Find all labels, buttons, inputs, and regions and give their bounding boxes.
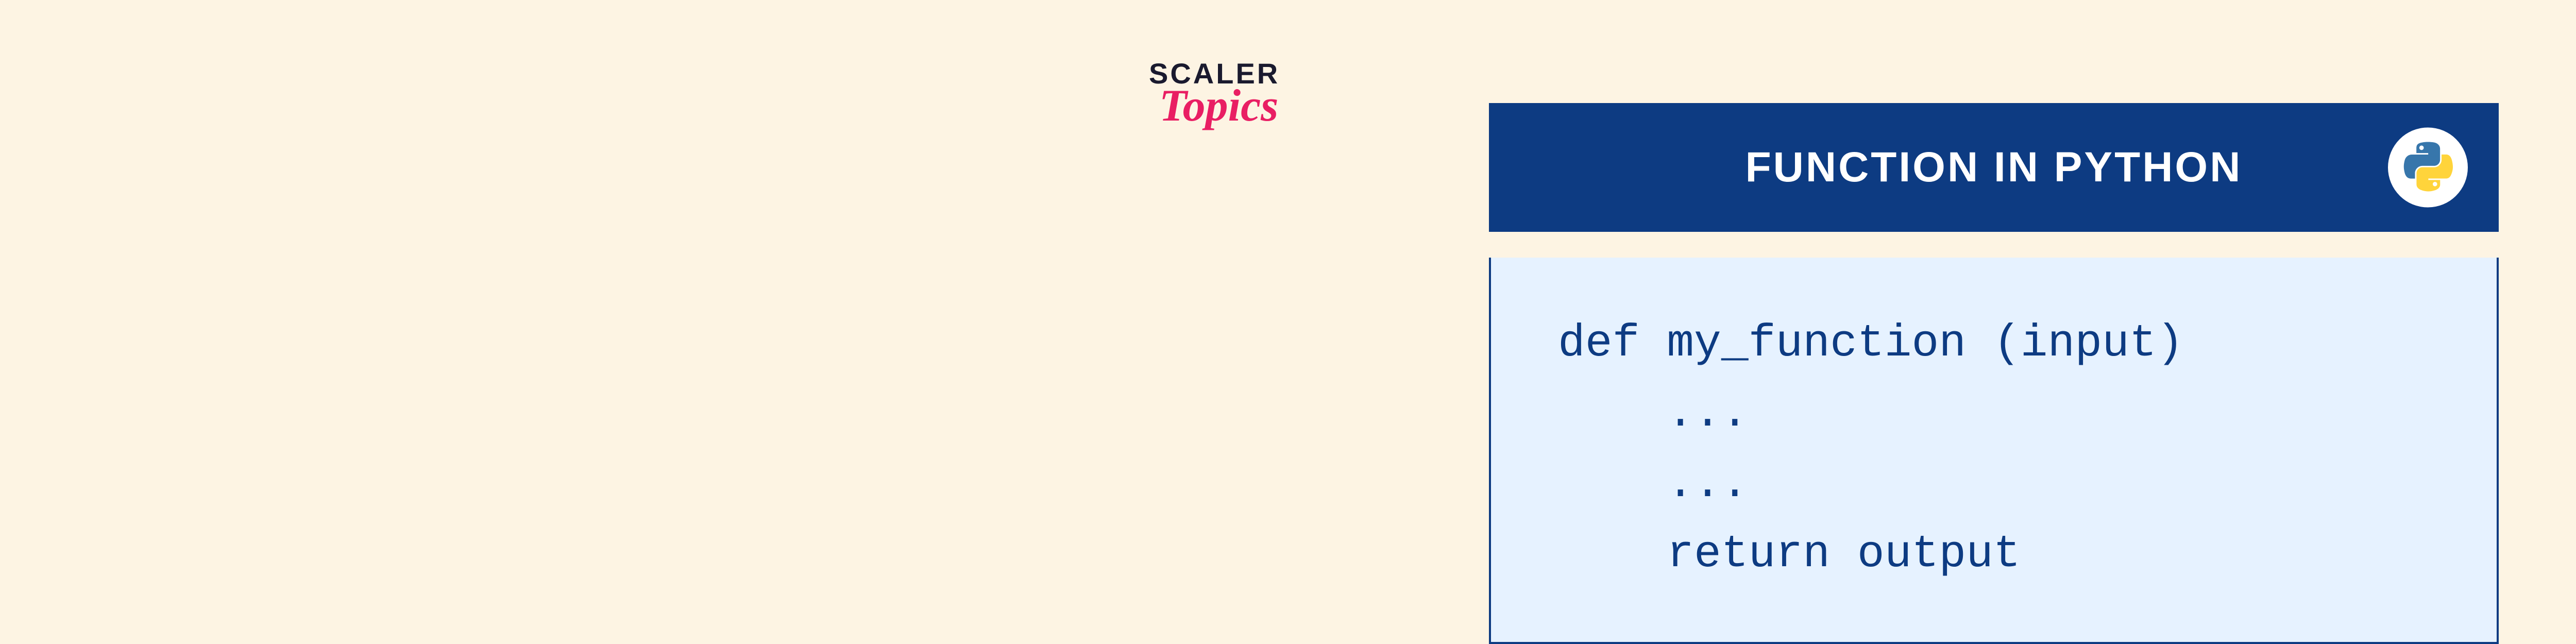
python-icon [2402, 142, 2454, 193]
card-header: FUNCTION IN PYTHON [1489, 103, 2499, 232]
code-line-2: ... [1558, 388, 1749, 439]
logo-line-topics: Topics [1159, 80, 1278, 132]
function-card: FUNCTION IN PYTHON def my_function (inpu… [1489, 103, 2499, 644]
scaler-topics-logo: SCALER Topics [1149, 57, 1280, 132]
card-title: FUNCTION IN PYTHON [1745, 143, 2243, 192]
python-logo-icon [2388, 128, 2468, 208]
code-line-1: def my_function (input) [1558, 318, 2184, 369]
code-block: def my_function (input) ... ... return o… [1558, 309, 2430, 590]
code-line-4: return output [1558, 529, 2021, 580]
card-body: def my_function (input) ... ... return o… [1489, 258, 2499, 644]
code-line-3: ... [1558, 459, 1749, 510]
